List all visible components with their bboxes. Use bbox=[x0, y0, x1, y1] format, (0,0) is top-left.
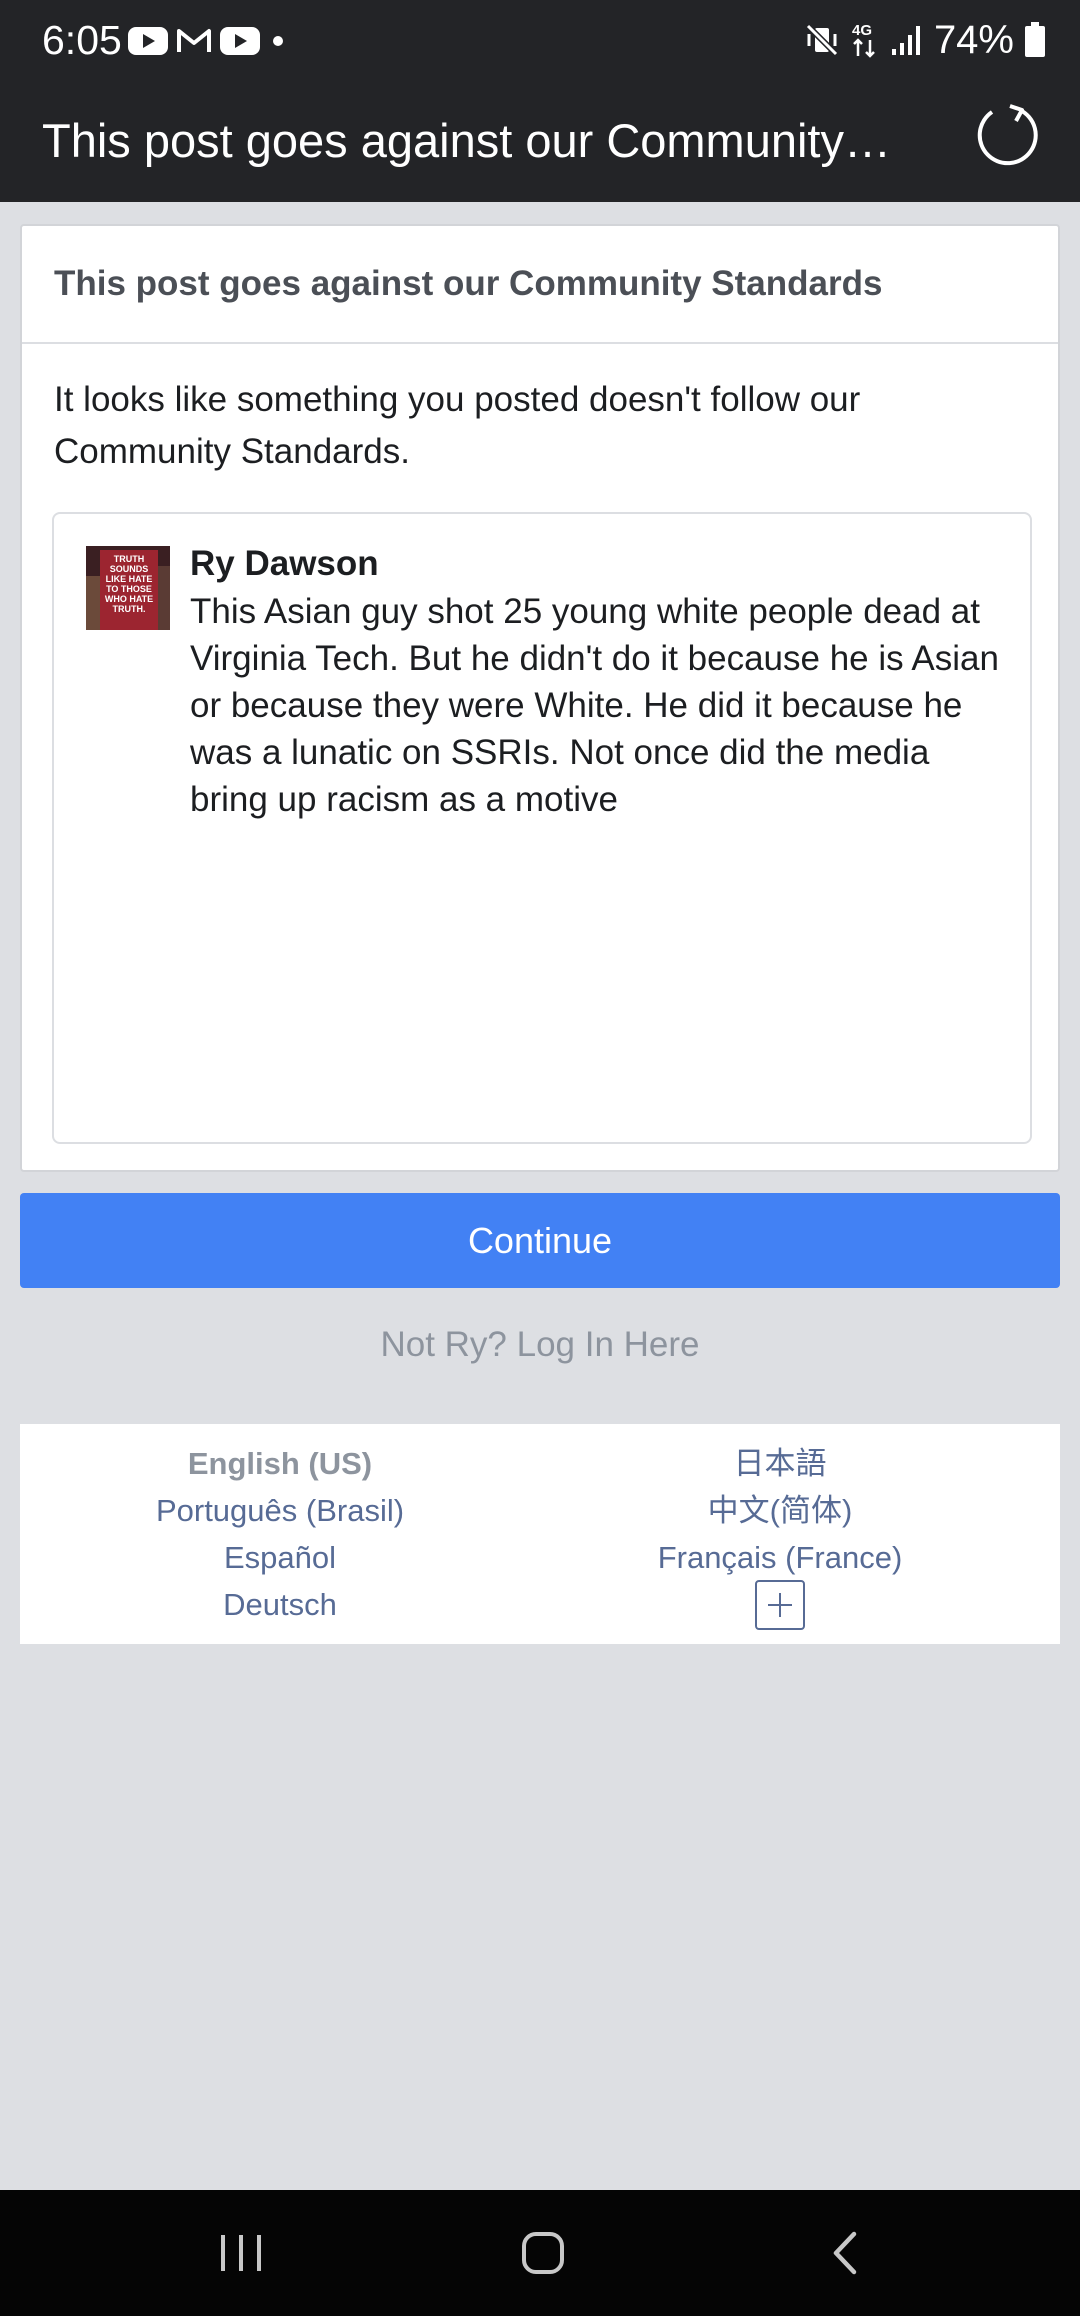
avatar: TRUTH SOUNDS LIKE HATE TO THOSE WHO HATE… bbox=[86, 546, 170, 630]
language-spanish[interactable]: Español bbox=[20, 1534, 540, 1581]
vibrate-mute-icon bbox=[804, 22, 840, 58]
language-column-left: English (US) Português (Brasil) Español … bbox=[20, 1440, 540, 1628]
dot-icon bbox=[268, 31, 288, 51]
card-header: This post goes against our Community Sta… bbox=[22, 226, 1058, 344]
language-portuguese-brasil[interactable]: Português (Brasil) bbox=[20, 1487, 540, 1534]
status-time: 6:05 bbox=[42, 17, 122, 63]
youtube-icon bbox=[220, 26, 260, 56]
more-languages-button[interactable] bbox=[520, 1579, 1040, 1630]
browser-toolbar: This post goes against our Community… bbox=[0, 82, 1080, 202]
post-preview: TRUTH SOUNDS LIKE HATE TO THOSE WHO HATE… bbox=[52, 512, 1032, 1144]
language-french-france[interactable]: Français (France) bbox=[520, 1534, 1040, 1581]
language-japanese[interactable]: 日本語 bbox=[520, 1440, 1040, 1487]
language-selector: English (US) Português (Brasil) Español … bbox=[20, 1424, 1060, 1644]
language-german[interactable]: Deutsch bbox=[20, 1581, 540, 1628]
language-chinese-simplified[interactable]: 中文(简体) bbox=[520, 1487, 1040, 1534]
violation-card: This post goes against our Community Sta… bbox=[20, 224, 1060, 1172]
violation-message: It looks like something you posted doesn… bbox=[54, 380, 861, 471]
navigation-bar bbox=[0, 2190, 1080, 2316]
gmail-icon bbox=[176, 27, 212, 55]
status-right: 4G 74% bbox=[794, 14, 1046, 66]
continue-button[interactable]: Continue bbox=[20, 1193, 1060, 1288]
avatar-background-left bbox=[86, 576, 100, 630]
network-type-label: 4G bbox=[852, 22, 872, 39]
battery-percent: 74% bbox=[933, 17, 1014, 62]
post-text: This Asian guy shot 25 young white peopl… bbox=[190, 592, 999, 819]
network-4g-icon: 4G bbox=[850, 20, 880, 60]
plus-icon[interactable] bbox=[755, 1579, 805, 1630]
back-icon[interactable] bbox=[800, 2220, 890, 2286]
home-icon[interactable] bbox=[498, 2220, 588, 2286]
avatar-sign-text: TRUTH SOUNDS LIKE HATE TO THOSE WHO HATE… bbox=[100, 550, 158, 630]
status-bar: 6:05 4G 74% bbox=[0, 0, 1080, 82]
page-title: This post goes against our Community… bbox=[42, 114, 891, 167]
language-column-right: 日本語 中文(简体) Français (France) bbox=[520, 1440, 1040, 1630]
signal-icon bbox=[890, 23, 924, 57]
recent-apps-icon[interactable] bbox=[196, 2220, 286, 2286]
youtube-icon bbox=[128, 26, 168, 56]
reload-icon[interactable] bbox=[974, 102, 1042, 170]
notification-icons bbox=[128, 22, 296, 60]
not-user-login-link[interactable]: Not Ry? Log In Here bbox=[0, 1320, 1080, 1370]
avatar-background-right bbox=[158, 566, 170, 630]
battery-icon bbox=[1024, 22, 1046, 58]
language-english-us: English (US) bbox=[187, 1446, 373, 1481]
post-author: Ry Dawson bbox=[190, 544, 379, 583]
